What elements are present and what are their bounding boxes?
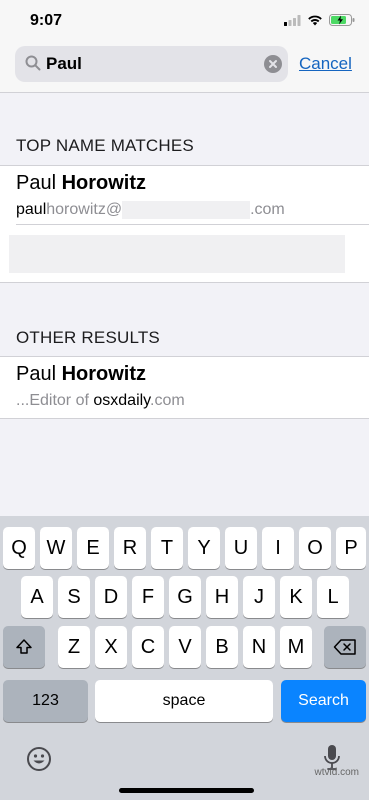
shift-key[interactable] (3, 626, 45, 668)
key-b[interactable]: B (206, 626, 238, 668)
key-y[interactable]: Y (188, 527, 220, 569)
row-divider (16, 224, 369, 225)
battery-charging-icon (329, 14, 355, 26)
contact-result-row[interactable]: Paul Horowitz paulhorowitz@ .com (16, 172, 285, 219)
key-l[interactable]: L (317, 576, 349, 618)
wifi-icon (308, 15, 322, 26)
emoji-icon[interactable] (26, 746, 52, 772)
watermark: wtvid.com (314, 767, 359, 778)
key-g[interactable]: G (169, 576, 201, 618)
clear-text-icon[interactable] (264, 55, 282, 73)
redacted-area (122, 201, 251, 219)
search-key[interactable]: Search (281, 680, 366, 722)
key-u[interactable]: U (225, 527, 257, 569)
cancel-button[interactable]: Cancel (299, 54, 352, 74)
key-z[interactable]: Z (58, 626, 90, 668)
key-k[interactable]: K (280, 576, 312, 618)
cellular-signal-icon (284, 14, 301, 26)
result-name: Paul Horowitz (16, 363, 147, 385)
key-j[interactable]: J (243, 576, 275, 618)
key-n[interactable]: N (243, 626, 275, 668)
top-matches-group: Paul Horowitz paulhorowitz@ .com (0, 165, 369, 283)
search-icon (25, 55, 41, 71)
key-r[interactable]: R (114, 527, 146, 569)
search-input[interactable]: Paul (15, 46, 288, 82)
key-p[interactable]: P (336, 527, 366, 569)
space-key[interactable]: space (95, 680, 273, 722)
contact-email: paulhorowitz@ .com (16, 201, 285, 219)
key-e[interactable]: E (77, 527, 109, 569)
other-results-group: Paul Horowitz ...Editor of osxdaily.com (0, 356, 369, 419)
status-time: 9:07 (30, 12, 63, 29)
contact-name: Paul Horowitz (16, 172, 147, 194)
search-query: Paul (46, 54, 82, 73)
shift-icon (16, 639, 32, 654)
status-icons (284, 14, 355, 26)
key-m[interactable]: M (280, 626, 312, 668)
section-header-top-name-matches: TOP NAME MATCHES (16, 136, 194, 155)
key-q[interactable]: Q (3, 527, 35, 569)
backspace-icon (333, 639, 356, 655)
key-c[interactable]: C (132, 626, 164, 668)
status-bar: 9:07 (0, 0, 369, 40)
key-x[interactable]: X (95, 626, 127, 668)
numbers-key[interactable]: 123 (3, 680, 88, 722)
other-result-row[interactable]: Paul Horowitz ...Editor of osxdaily.com (16, 363, 185, 410)
section-header-other-results: OTHER RESULTS (16, 328, 160, 347)
home-indicator (119, 788, 254, 793)
key-o[interactable]: O (299, 527, 331, 569)
key-h[interactable]: H (206, 576, 238, 618)
key-w[interactable]: W (40, 527, 72, 569)
keyboard: Q W E R T Y U I O P A S D F G H J K L Z … (0, 516, 369, 800)
key-f[interactable]: F (132, 576, 164, 618)
search-bar: Paul Cancel (0, 40, 369, 93)
result-snippet: ...Editor of osxdaily.com (16, 392, 185, 409)
key-t[interactable]: T (151, 527, 183, 569)
redacted-row (9, 235, 345, 273)
key-a[interactable]: A (21, 576, 53, 618)
key-s[interactable]: S (58, 576, 90, 618)
key-d[interactable]: D (95, 576, 127, 618)
delete-key[interactable] (324, 626, 366, 668)
key-i[interactable]: I (262, 527, 294, 569)
key-v[interactable]: V (169, 626, 201, 668)
